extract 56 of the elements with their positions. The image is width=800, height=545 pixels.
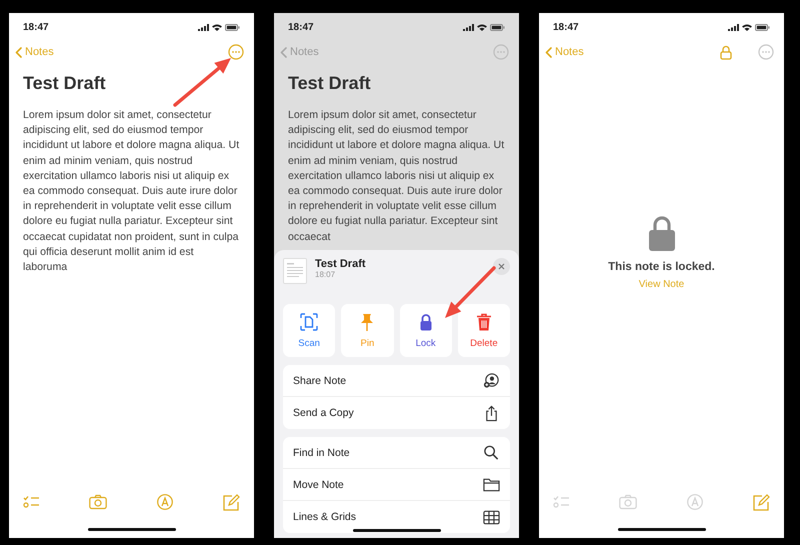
- close-button[interactable]: [493, 258, 510, 275]
- signal-icon: [463, 24, 474, 30]
- trash-icon: [476, 313, 492, 330]
- menu-item[interactable]: Move Note: [283, 469, 510, 501]
- note-title: Test Draft: [23, 73, 107, 94]
- note-body: Lorem ipsum dolor sit amet, consectetur adipiscing elit, sed do eiusmod tempor incididunt ut labore et dolore magna aliqua. Ut enim ad minim veniam, quis nostrud exercitation ullamco laboris nisi ut aliquip ex ea commodo consequat. Duis aute irure dolor in reprehenderit in voluptate velit esse cillum dolore eu fugiat nulla pariatur. Excepteur sint occaecat: [288, 108, 505, 245]
- compose-icon[interactable]: [752, 494, 770, 510]
- note-thumbnail: [283, 258, 307, 284]
- battery-icon: [490, 24, 505, 30]
- sheet-title: Test Draft: [315, 258, 366, 270]
- action-tile[interactable]: Delete: [458, 304, 510, 357]
- more-button[interactable]: [493, 44, 509, 60]
- pin-icon: [361, 314, 374, 330]
- action-tile[interactable]: Lock: [400, 304, 452, 357]
- menu-item[interactable]: Find in Note: [283, 437, 510, 469]
- locked-message: This note is locked.: [608, 261, 715, 273]
- back-button[interactable]: Notes: [13, 44, 56, 60]
- more-button[interactable]: [228, 44, 244, 60]
- signal-icon: [198, 24, 209, 30]
- battery-icon: [225, 24, 240, 30]
- action-tile[interactable]: Scan: [283, 304, 336, 357]
- search-icon: [483, 444, 500, 461]
- grid-icon: [483, 508, 500, 526]
- camera-icon[interactable]: [89, 494, 108, 510]
- close-icon: [498, 263, 505, 270]
- back-button[interactable]: Notes: [543, 44, 586, 60]
- menu-item[interactable]: Lines & Grids: [283, 501, 510, 533]
- lock-button[interactable]: [720, 44, 732, 60]
- markup-icon[interactable]: [156, 494, 174, 510]
- share-person-icon: [483, 372, 500, 389]
- back-button[interactable]: Notes: [278, 44, 321, 60]
- note-body: Lorem ipsum dolor sit amet, consectetur adipiscing elit, sed do eiusmod tempor incididunt ut labore et dolore magna aliqua. Ut enim ad minim veniam, quis nostrud exercitation ullamco laboris nisi ut aliquip ex ea commodo consequat. Duis aute irure dolor in reprehenderit in voluptate velit esse cillum dolore eu fugiat nulla pariatur. Excepteur sint occaecat cupidatat non proident, sunt in culpa qui officia deserunt mollit anim id est laboruma: [23, 108, 240, 276]
- sheet-time: 18:07: [315, 270, 336, 279]
- menu-item[interactable]: Share Note: [283, 365, 510, 397]
- wifi-icon: [742, 24, 752, 30]
- wifi-icon: [212, 24, 222, 30]
- status-time: 18:47: [553, 22, 579, 32]
- compose-icon[interactable]: [222, 494, 240, 510]
- lock-icon: [420, 314, 432, 330]
- view-note-link[interactable]: View Note: [638, 279, 684, 290]
- lock-icon: [648, 215, 676, 251]
- wifi-icon: [477, 24, 487, 30]
- scan-icon: [300, 312, 318, 330]
- chevron-icon: [280, 46, 287, 58]
- share-icon: [483, 404, 500, 422]
- note-title: Test Draft: [288, 73, 372, 94]
- chevron-icon: [545, 46, 552, 58]
- checklist-icon[interactable]: [23, 494, 41, 510]
- signal-icon: [728, 24, 739, 30]
- chevron-icon: [15, 46, 22, 58]
- folder-icon: [483, 476, 500, 493]
- battery-icon: [755, 24, 770, 30]
- status-time: 18:47: [23, 22, 49, 32]
- status-time: 18:47: [288, 22, 314, 32]
- action-tile[interactable]: Pin: [341, 304, 394, 357]
- menu-item[interactable]: Send a Copy: [283, 397, 510, 429]
